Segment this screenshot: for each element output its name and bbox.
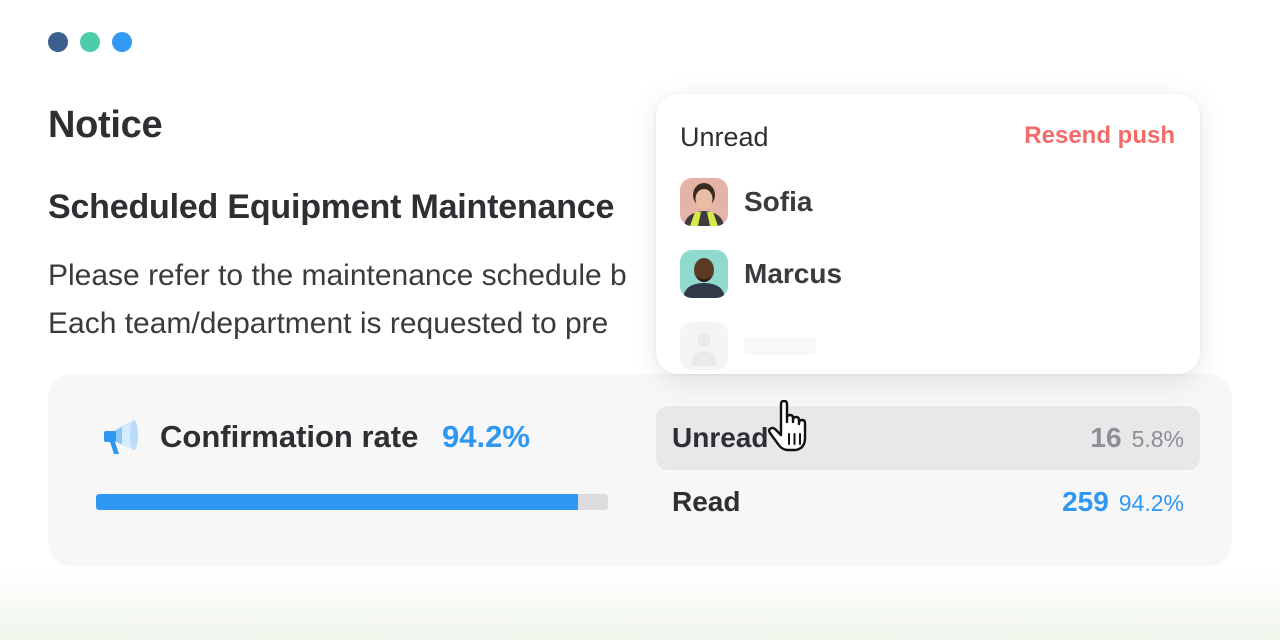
notice-heading: Scheduled Equipment Maintenance [48,188,615,226]
page-title: Notice [48,104,163,146]
unread-stat-row[interactable]: Unread 16 5.8% [656,406,1200,470]
avatar-placeholder [680,322,728,370]
notice-body-line: Each team/department is requested to pre [48,307,609,340]
user-row-sofia[interactable]: Sofia [680,178,812,226]
read-count: 259 [1062,486,1109,517]
avatar [680,250,728,298]
user-name: Sofia [744,186,813,217]
megaphone-icon [104,420,138,454]
read-values: 259 94.2% [1062,486,1184,518]
unread-values: 16 5.8% [1090,422,1184,454]
confirmation-rate-value: 94.2% [442,419,530,454]
hand-pointer-cursor-icon [767,400,807,452]
resend-push-button[interactable]: Resend push [1024,122,1175,150]
unread-label: Unread [672,422,769,453]
unread-percent: 5.8% [1131,426,1184,452]
popup-title: Unread [680,122,769,152]
unread-count: 16 [1090,422,1122,453]
read-label: Read [672,486,741,517]
name-skeleton [744,337,816,355]
dot-dark-blue [48,32,68,52]
unread-users-popup: Unread Resend push Sofia Marcus [656,94,1200,374]
read-percent: 94.2% [1118,490,1184,516]
avatar [680,178,728,226]
window-dots [48,32,132,52]
user-row-placeholder [680,322,816,370]
confirmation-progress-fill [96,494,579,510]
user-name: Marcus [744,258,843,289]
notice-body-line: Please refer to the maintenance schedule… [48,259,627,292]
user-row-marcus[interactable]: Marcus [680,250,842,298]
confirmation-progress-bar [96,494,608,510]
notice-body: Please refer to the maintenance schedule… [48,252,688,348]
dot-teal [80,32,100,52]
dot-blue [112,32,132,52]
read-stat-row[interactable]: Read 259 94.2% [656,470,1200,534]
confirmation-rate-label: Confirmation rate [160,419,419,454]
